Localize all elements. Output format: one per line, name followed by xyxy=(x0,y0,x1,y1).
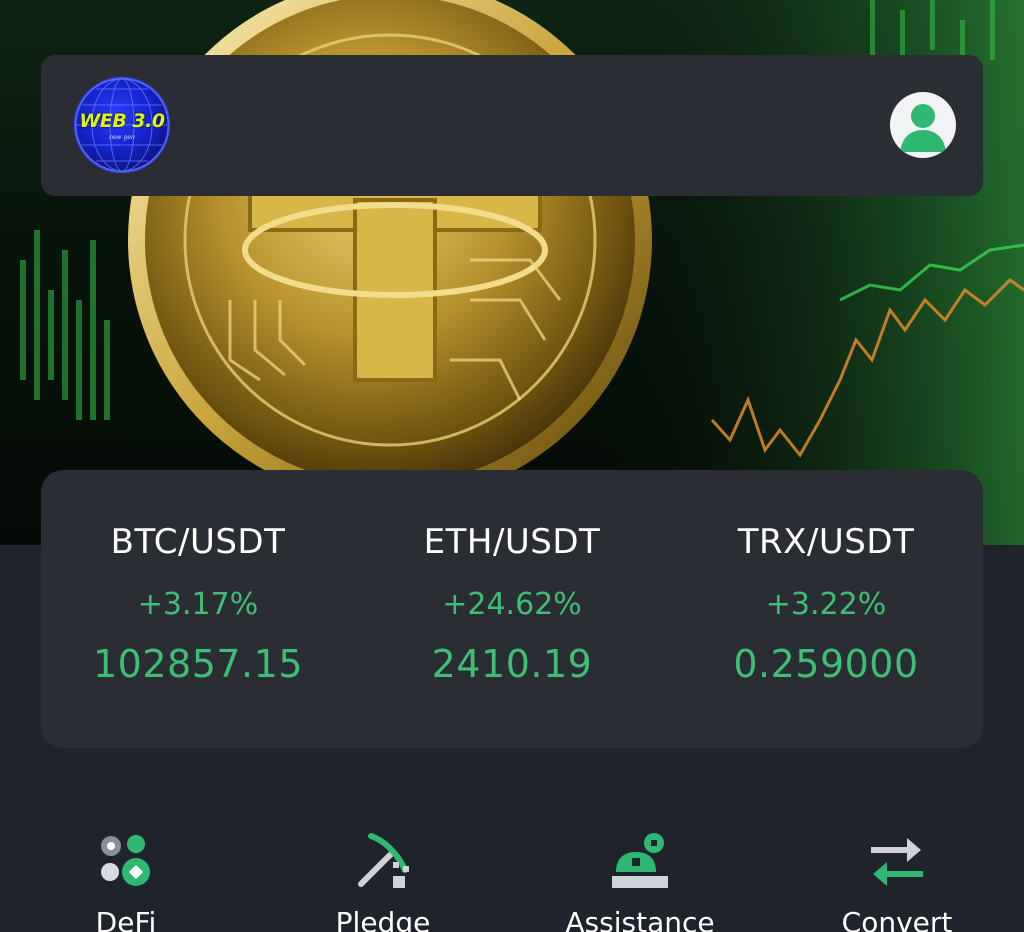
menu-label: Convert xyxy=(841,906,953,932)
defi-icon xyxy=(101,835,150,886)
quick-actions-menu: DeFi Pledge Assistance Convert xyxy=(0,820,1024,932)
ticker-item-btc[interactable]: BTC/USDT +3.17% 102857.15 xyxy=(41,470,355,748)
menu-item-convert[interactable]: Convert xyxy=(797,820,997,932)
menu-item-defi[interactable]: DeFi xyxy=(26,820,226,932)
menu-item-assistance[interactable]: Assistance xyxy=(540,820,740,932)
market-ticker-card: BTC/USDT +3.17% 102857.15 ETH/USDT +24.6… xyxy=(41,470,983,748)
user-icon xyxy=(900,104,946,152)
top-header: WEB 3.0 new gen xyxy=(41,55,983,196)
convert-icon xyxy=(871,838,923,886)
last-price: 102857.15 xyxy=(93,642,303,686)
assistance-icon xyxy=(612,833,668,888)
last-price: 0.259000 xyxy=(733,642,919,686)
menu-label: Pledge xyxy=(335,906,431,932)
profile-avatar[interactable] xyxy=(890,92,956,158)
ticker-item-eth[interactable]: ETH/USDT +24.62% 2410.19 xyxy=(355,470,669,748)
menu-label: DeFi xyxy=(95,906,157,932)
price-change: +3.17% xyxy=(137,587,259,622)
ticker-item-trx[interactable]: TRX/USDT +3.22% 0.259000 xyxy=(669,470,983,748)
menu-item-pledge[interactable]: Pledge xyxy=(283,820,483,932)
last-price: 2410.19 xyxy=(431,642,593,686)
pair-name: TRX/USDT xyxy=(737,522,915,562)
logo-text: WEB 3.0 xyxy=(79,110,165,132)
pledge-icon xyxy=(358,833,409,888)
web3-logo[interactable]: WEB 3.0 new gen xyxy=(74,77,170,173)
app-screen: WEB 3.0 new gen BTC/USDT +3.17% 102857.1… xyxy=(0,0,1024,932)
logo-subtext: new gen xyxy=(109,134,135,141)
pair-name: BTC/USDT xyxy=(110,522,286,562)
pair-name: ETH/USDT xyxy=(423,522,601,562)
price-change: +24.62% xyxy=(442,587,582,622)
menu-label: Assistance xyxy=(565,906,715,932)
price-change: +3.22% xyxy=(765,587,887,622)
